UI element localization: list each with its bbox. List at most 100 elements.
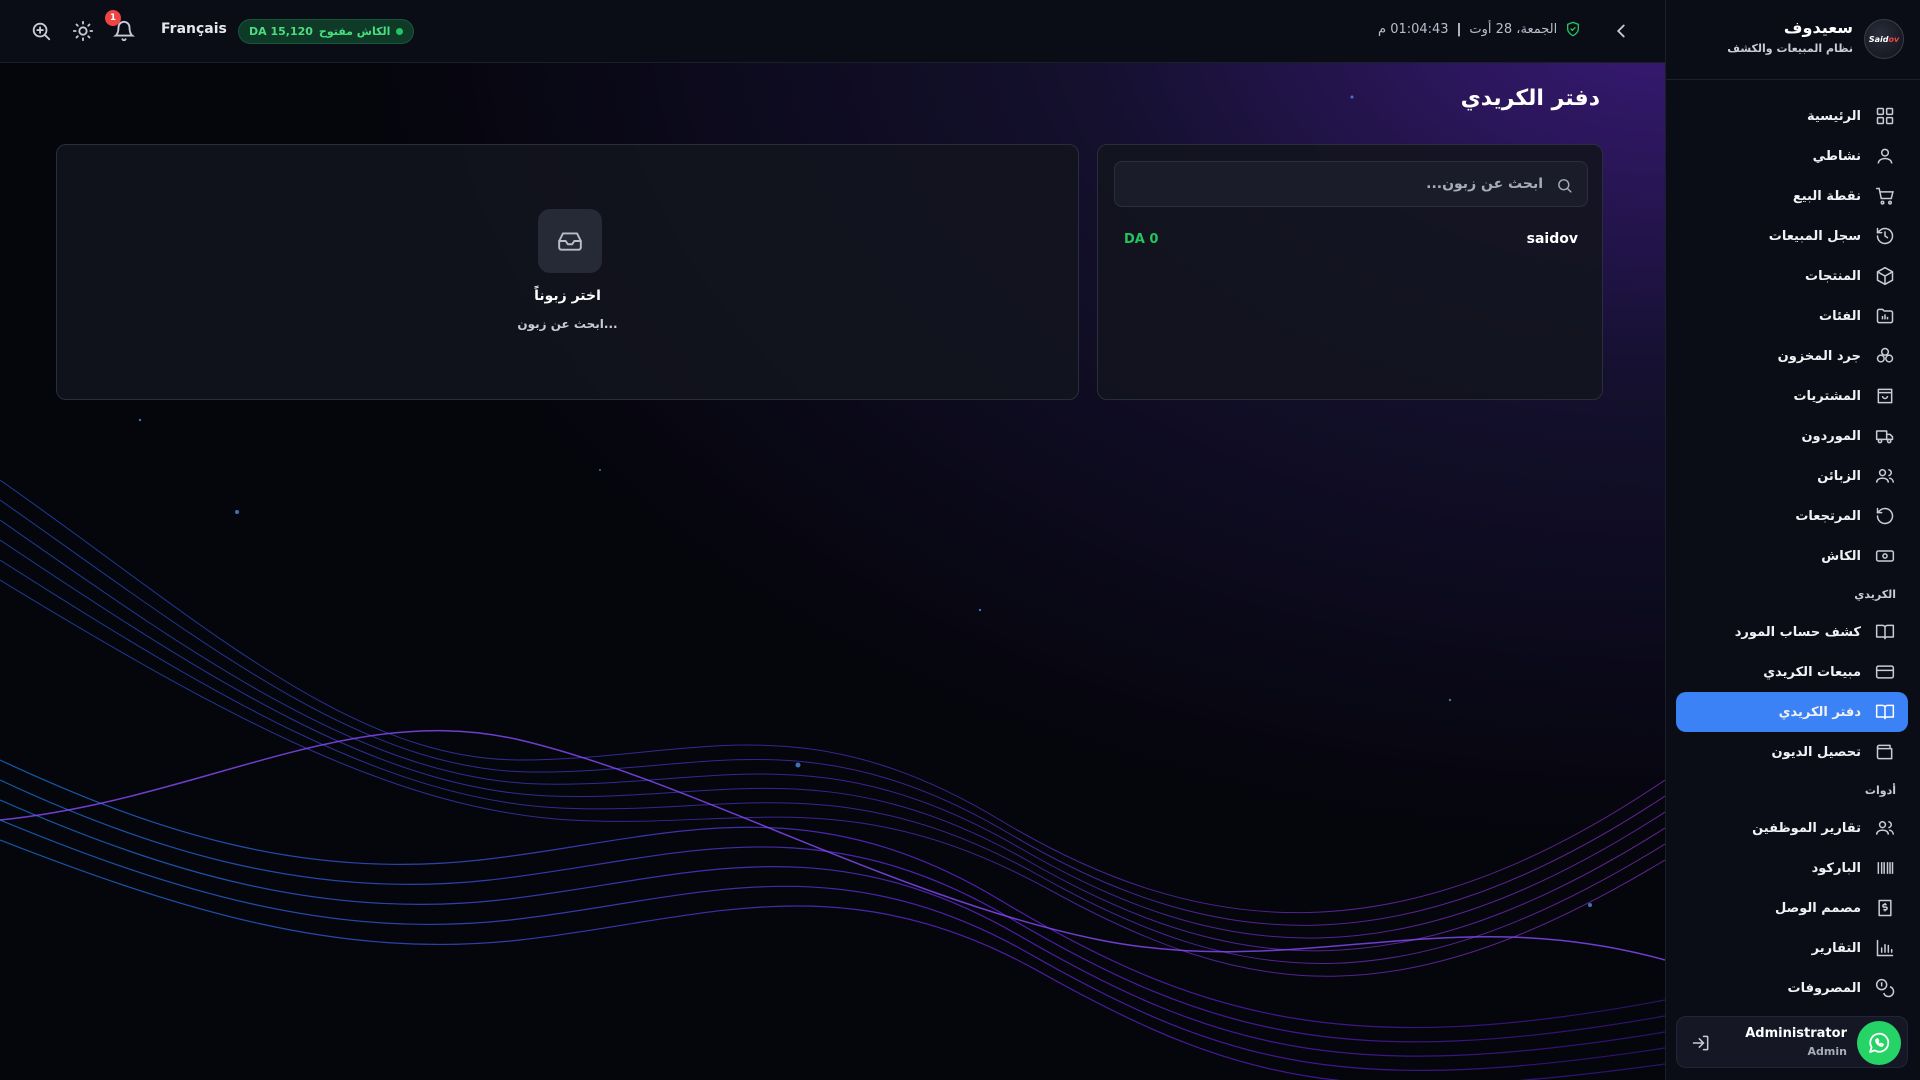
logout-icon[interactable] xyxy=(1691,1033,1711,1053)
customer-balance: DA 0 xyxy=(1124,231,1159,247)
sidebar-item-label: دفتر الكريدي xyxy=(1778,704,1861,720)
sidebar-item-label: الزبائن xyxy=(1817,468,1861,484)
rotate-ccw-icon xyxy=(1875,506,1895,526)
users-icon xyxy=(1875,818,1895,838)
truck-icon xyxy=(1875,426,1895,446)
zoom-in-icon[interactable] xyxy=(30,20,52,42)
sidebar-item-label: مصمم الوصل xyxy=(1775,900,1861,916)
sidebar-item-activity[interactable]: نشاطي xyxy=(1676,136,1908,176)
customer-name: saidov xyxy=(1526,231,1578,247)
wallet-icon xyxy=(1875,742,1895,762)
grid-icon xyxy=(1875,106,1895,126)
cash-amount: DA 15,120 xyxy=(249,25,313,38)
folder-icon xyxy=(1875,306,1895,326)
bar-chart-icon xyxy=(1875,938,1895,958)
cart-icon xyxy=(1875,186,1895,206)
sidebar-item-label: الرئيسية xyxy=(1806,108,1861,124)
user-name: Administrator xyxy=(1745,1026,1847,1041)
customer-search xyxy=(1114,161,1588,207)
book-open-icon xyxy=(1875,702,1895,722)
search-icon xyxy=(1556,177,1573,194)
sun-icon[interactable] xyxy=(72,20,94,42)
sidebar-item-products[interactable]: المنتجات xyxy=(1676,256,1908,296)
sidebar-item-label: جرد المخزون xyxy=(1777,348,1861,364)
sidebar-item-label: الفئات xyxy=(1819,308,1861,324)
sidebar-item-customers[interactable]: الزبائن xyxy=(1676,456,1908,496)
sidebar-item-supplier-statement[interactable]: كشف حساب المورد xyxy=(1676,612,1908,652)
shopping-bag-icon xyxy=(1875,386,1895,406)
sidebar-item-home[interactable]: الرئيسية xyxy=(1676,96,1908,136)
shield-check-icon xyxy=(1565,21,1581,37)
sidebar-item-categories[interactable]: الفئات xyxy=(1676,296,1908,336)
sidebar-item-cash[interactable]: الكاش xyxy=(1676,536,1908,576)
sidebar-item-label: نقطة البيع xyxy=(1792,188,1861,204)
brand-header: Said ov سعيدوف نظام المبيعات والكشف xyxy=(1665,0,1920,80)
user-card: Administrator Admin xyxy=(1676,1016,1908,1068)
barcode-icon xyxy=(1875,858,1895,878)
sidebar-item-label: الكاش xyxy=(1821,548,1861,564)
sidebar-item-suppliers[interactable]: الموردون xyxy=(1676,416,1908,456)
inbox-icon xyxy=(538,209,602,273)
page-title: دفتر الكريدي xyxy=(1460,86,1600,111)
banknote-icon xyxy=(1875,546,1895,566)
sidebar-item-credit-sales[interactable]: مبيعات الكريدي xyxy=(1676,652,1908,692)
sidebar-item-reports[interactable]: التقارير xyxy=(1676,928,1908,968)
section-label-tools: أدوات xyxy=(1864,784,1896,797)
sidebar-item-debt-collection[interactable]: تحصيل الديون xyxy=(1676,732,1908,772)
sidebar-item-sales-history[interactable]: سجل المبيعات xyxy=(1676,216,1908,256)
sidebar-item-receipt-designer[interactable]: مصمم الوصل xyxy=(1676,888,1908,928)
sidebar-item-label: تحصيل الديون xyxy=(1771,744,1861,760)
date-time-separator: | xyxy=(1456,21,1462,37)
boxes-icon xyxy=(1875,346,1895,366)
customers-panel: DA 0 saidov xyxy=(1097,144,1603,400)
whatsapp-icon[interactable] xyxy=(1857,1021,1901,1065)
sidebar-item-label: الموردون xyxy=(1801,428,1861,444)
sidebar-item-employee-reports[interactable]: تقارير الموظفين xyxy=(1676,808,1908,848)
sidebar-item-label: سجل المبيعات xyxy=(1768,228,1861,244)
sidebar-item-purchases[interactable]: المشتريات xyxy=(1676,376,1908,416)
customer-search-input[interactable] xyxy=(1115,162,1587,206)
empty-state-subtitle: ابحث عن زبون... xyxy=(517,317,618,331)
empty-state-title: اختر زبوناً xyxy=(534,288,601,304)
current-date: الجمعة، 28 أوت xyxy=(1469,21,1558,37)
sidebar-item-label: تقارير الموظفين xyxy=(1752,820,1861,836)
receipt-icon xyxy=(1875,898,1895,918)
users-icon xyxy=(1875,466,1895,486)
sidebar-item-label: المشتريات xyxy=(1793,388,1861,404)
user-icon xyxy=(1875,146,1895,166)
date-time: الجمعة، 28 أوت | 01:04:43 م xyxy=(1378,21,1581,37)
sidebar-item-inventory[interactable]: جرد المخزون xyxy=(1676,336,1908,376)
sidebar-item-label: نشاطي xyxy=(1812,148,1861,164)
sidebar-item-pos[interactable]: نقطة البيع xyxy=(1676,176,1908,216)
chevron-left-icon[interactable] xyxy=(1610,20,1632,42)
cash-status-badge[interactable]: الكاش مفتوح DA 15,120 xyxy=(238,19,415,44)
cash-status-dot xyxy=(396,28,404,35)
sidebar-item-expenses[interactable]: المصروفات xyxy=(1676,968,1908,1008)
notification-badge: 1 xyxy=(105,10,121,26)
sidebar-item-label: المنتجات xyxy=(1805,268,1861,284)
user-role: Admin xyxy=(1807,1045,1847,1058)
sidebar-item-barcode[interactable]: الباركود xyxy=(1676,848,1908,888)
sidebar: Said ov سعيدوف نظام المبيعات والكشف الرئي… xyxy=(1665,0,1920,1080)
sidebar-item-label: التقارير xyxy=(1811,940,1861,956)
sidebar-item-label: المرتجعات xyxy=(1795,508,1861,524)
book-icon xyxy=(1875,622,1895,642)
brand-subtitle: نظام المبيعات والكشف xyxy=(1727,42,1853,55)
sidebar-item-label: مبيعات الكريدي xyxy=(1763,664,1861,680)
credit-card-icon xyxy=(1875,662,1895,682)
top-bar: 1 Français الكاش مفتوح DA 15,120 الجمعة،… xyxy=(0,0,1665,63)
sidebar-item-label: الباركود xyxy=(1811,860,1861,876)
sidebar-item-label: كشف حساب المورد xyxy=(1734,624,1861,640)
customer-list-item[interactable]: DA 0 saidov xyxy=(1114,225,1588,253)
language-switcher[interactable]: Français xyxy=(161,21,227,37)
cash-status-label: الكاش مفتوح xyxy=(318,25,391,38)
current-time: 01:04:43 م xyxy=(1378,21,1449,37)
coins-icon xyxy=(1875,978,1895,998)
customer-detail-panel: اختر زبوناً ابحث عن زبون... xyxy=(56,144,1079,400)
sidebar-item-returns[interactable]: المرتجعات xyxy=(1676,496,1908,536)
box-icon xyxy=(1875,266,1895,286)
section-label-credit: الكريدي xyxy=(1854,588,1896,601)
sidebar-item-credit-ledger[interactable]: دفتر الكريدي xyxy=(1676,692,1908,732)
brand-name: سعيدوف xyxy=(1783,18,1853,37)
brand-logo: Said ov xyxy=(1864,19,1904,59)
